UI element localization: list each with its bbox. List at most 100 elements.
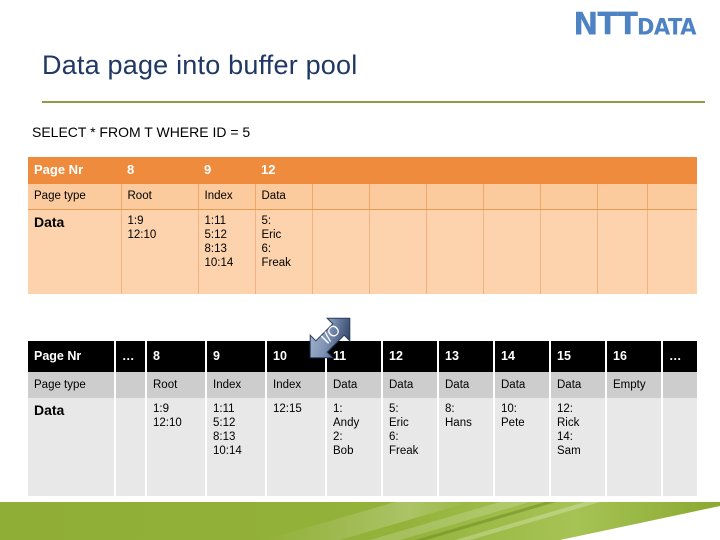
title-divider [42,101,705,103]
data-cell [606,398,663,496]
data-cell-line: 12:10 [127,228,157,241]
page-type-cell [426,184,484,210]
data-cell-line: 10: [501,403,517,415]
data-cell [115,398,147,496]
row-label-page-type: Page type [28,372,116,398]
data-cell-line: 6: [389,431,399,443]
data-cell: 1:11 5:12 8:13 10:14 [206,398,267,496]
data-cell-line: Eric [389,417,409,429]
data-cell-line: 5:12 [213,417,236,429]
page-nr-cell: … [662,341,697,372]
logo-text-data: DaTa [636,6,697,43]
page-nr-cell [483,157,540,184]
data-cell: 1:9 12:10 [146,398,207,496]
row-label-page-nr: Page Nr [28,341,116,372]
data-cell-line: Rick [557,417,580,429]
ntt-data-logo: NTTDaTa [524,7,696,43]
data-cell-line: Pete [501,417,525,429]
page-type-cell [647,184,697,210]
data-cell-line: 12:15 [273,403,302,415]
data-cell-line: 5:12 [204,228,227,241]
sql-query-text: SELECT * FROM T WHERE ID = 5 [32,124,251,140]
page-nr-cell: 9 [206,341,267,372]
table-row: Page type Root Index Index Data Data Dat… [28,372,697,398]
page-type-cell: Index [206,372,267,398]
data-cell: 12:15 [266,398,327,496]
row-label-data: Data [28,398,116,496]
page-type-cell: Data [326,372,383,398]
table-row: Page Nr 8 9 12 [28,157,697,184]
page-type-cell: Data [494,372,551,398]
disk-pages-table: Page Nr … 8 9 10 11 12 13 14 15 16 … Pag… [28,341,697,496]
data-cell [483,209,541,294]
data-cell-line: 1:9 [127,214,144,227]
data-cell [369,209,427,294]
data-cell-line: 1:9 [153,403,169,415]
page-nr-cell: 14 [494,341,551,372]
page-nr-cell: 13 [438,341,495,372]
data-cell-line: 8:13 [213,431,236,443]
data-cell-line: 10:14 [213,445,242,457]
page-nr-cell: 8 [121,157,198,184]
page-nr-cell [540,157,597,184]
table-row: Data 1:9 12:10 1:11 5:12 8:13 10:14 5: Eric 6:… [28,209,697,294]
data-cell [312,209,370,294]
data-cell-line: 2: [333,431,343,443]
data-cell: 10: Pete [494,398,551,496]
page-nr-cell [369,157,426,184]
data-cell: 1:9 12:10 [121,209,199,294]
page-type-cell [540,184,598,210]
data-cell-line: 1: [333,403,343,415]
data-cell [662,398,697,496]
data-cell: 5: Eric 6: Freak [255,209,313,294]
data-cell: 1:11 5:12 8:13 10:14 [198,209,256,294]
data-cell: 5: Eric 6: Freak [382,398,439,496]
logo-text-ntt: NTT [573,6,638,43]
page-nr-cell [312,157,369,184]
data-cell-line: 10:14 [204,256,234,269]
data-cell-line: Sam [557,445,581,457]
data-cell-line: 8:13 [204,242,227,255]
page-nr-cell [647,157,697,184]
table-row: Data 1:9 12:10 1:11 5:12 8:13 10:14 12:15 1:… [28,398,697,496]
data-cell-line: 6: [261,242,272,255]
slide-canvas: NTTDaTa Data page into buffer pool SELEC… [0,0,720,540]
page-type-cell [483,184,541,210]
data-cell [597,209,648,294]
page-type-cell: Index [266,372,327,398]
page-nr-cell: 15 [550,341,607,372]
data-cell-line: Freak [389,445,419,457]
page-type-cell [597,184,648,210]
data-cell-line: 5: [261,214,272,227]
page-type-cell: Data [438,372,495,398]
data-cell: 8: Hans [438,398,495,496]
data-cell-line: Freak [261,256,291,269]
page-type-cell [115,372,147,398]
page-type-cell [369,184,427,210]
data-cell [426,209,484,294]
page-nr-cell [597,157,647,184]
data-cell-line: 1:11 [204,214,227,227]
page-type-cell: Root [146,372,207,398]
data-cell-line: Hans [445,417,472,429]
data-cell: 12: Rick 14: Sam [550,398,607,496]
data-cell-line: Andy [333,417,360,429]
data-cell-line: Eric [261,228,282,241]
row-label-page-type: Page type [28,184,122,210]
page-nr-cell: 12 [382,341,439,372]
page-type-cell: Data [255,184,313,210]
page-type-cell: Index [198,184,256,210]
footer-green-band [0,502,720,540]
page-title: Data page into buffer pool [42,50,358,80]
data-cell-line: Bob [333,445,354,457]
data-cell-line: 12:10 [153,417,182,429]
page-type-cell: Root [121,184,199,210]
page-type-cell: Data [382,372,439,398]
page-nr-cell: 11 [326,341,383,372]
page-nr-cell: 12 [255,157,312,184]
data-cell [647,209,697,294]
page-type-cell: Empty [606,372,663,398]
data-cell-line: 1:11 [213,403,235,415]
page-nr-cell [426,157,483,184]
page-nr-cell: 10 [266,341,327,372]
